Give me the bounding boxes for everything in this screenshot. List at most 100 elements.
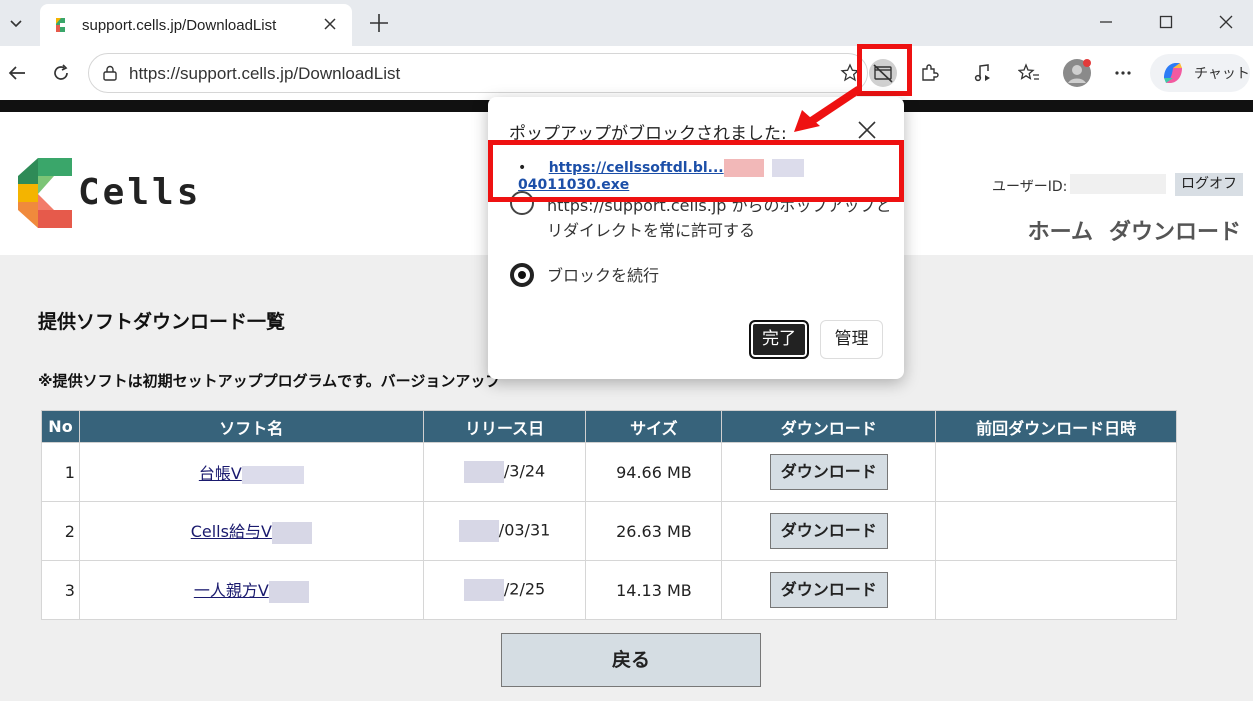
more-horizontal-icon — [1115, 71, 1131, 75]
redacted-block — [271, 521, 312, 544]
radio-keep-blocking[interactable] — [510, 263, 534, 287]
new-tab-button[interactable] — [364, 8, 394, 38]
software-name: 一人親方V — [193, 581, 269, 601]
option-keep-blocking[interactable]: ブロックを続行 — [547, 263, 659, 288]
software-name: Cells給与V — [190, 522, 272, 542]
cells-logo-icon — [18, 158, 72, 228]
reload-icon — [54, 64, 68, 80]
annotation-arrow-icon — [794, 86, 862, 132]
manage-button[interactable]: 管理 — [820, 320, 883, 359]
back-page-button[interactable]: 戻る — [501, 633, 761, 687]
col-header-no: No — [41, 410, 80, 443]
redacted-block — [463, 579, 504, 601]
row-download-cell: ダウンロード — [721, 442, 937, 502]
col-header-name: ソフト名 — [78, 410, 424, 443]
minimize-button[interactable] — [1076, 0, 1136, 44]
row-name-cell: Cells給与V — [78, 501, 424, 561]
col-header-date: リリース日 — [422, 410, 587, 443]
row-size: 94.66 MB — [585, 442, 723, 502]
back-button[interactable] — [0, 56, 34, 90]
media-button[interactable] — [966, 56, 1000, 90]
done-button[interactable]: 完了 — [749, 320, 809, 359]
browser-tab[interactable]: support.cells.jp/DownloadList — [40, 4, 352, 46]
redacted-block — [268, 580, 309, 603]
software-link[interactable]: Cells給与V — [190, 521, 312, 544]
download-button[interactable]: ダウンロード — [769, 454, 888, 490]
col-header-download: ダウンロード — [721, 410, 937, 443]
close-window-button[interactable] — [1196, 0, 1253, 44]
tab-title: support.cells.jp/DownloadList — [82, 16, 277, 34]
puzzle-icon — [922, 64, 939, 81]
more-options-button[interactable] — [1106, 56, 1140, 90]
release-date: /3/24 — [503, 461, 546, 481]
table-row: 3 一人親方V /2/25 14.13 MB ダウンロード — [41, 560, 1177, 620]
row-last-download — [935, 560, 1177, 620]
extensions-button[interactable] — [912, 56, 946, 90]
music-icon — [974, 64, 990, 82]
row-date-cell: /2/25 — [422, 560, 587, 620]
site-nav: ホーム ダウンロード — [1028, 214, 1241, 246]
software-name: 台帳V — [198, 464, 242, 483]
redacted-block — [241, 465, 304, 484]
minimize-icon — [1100, 21, 1112, 23]
row-download-cell: ダウンロード — [721, 501, 937, 561]
tab-actions-menu-button[interactable] — [0, 6, 32, 40]
close-icon — [324, 18, 336, 30]
table-row: 2 Cells給与V /03/31 26.63 MB ダウンロード — [41, 501, 1177, 561]
chevron-down-icon — [10, 20, 22, 28]
download-button[interactable]: ダウンロード — [769, 513, 888, 549]
profile-button[interactable] — [1060, 56, 1094, 90]
row-date-cell: /3/24 — [422, 442, 587, 502]
row-download-cell: ダウンロード — [721, 560, 937, 620]
logout-button[interactable]: ログオフ — [1175, 173, 1243, 196]
row-name-cell: 一人親方V — [78, 560, 424, 620]
browser-toolbar: https://support.cells.jp/DownloadList チャ… — [0, 44, 1253, 100]
row-size: 26.63 MB — [585, 501, 723, 561]
table-header-row: No ソフト名 リリース日 サイズ ダウンロード 前回ダウンロード日時 — [41, 410, 1177, 443]
reload-button[interactable] — [44, 56, 78, 90]
popup-blocked-dialog: ポップアップがブロックされました: • https://cellssoftdl.… — [488, 97, 904, 379]
user-id-redacted — [1070, 174, 1166, 194]
user-id-label: ユーザーID: — [992, 179, 1068, 195]
nav-home[interactable]: ホーム — [1028, 214, 1093, 246]
redacted-block — [463, 461, 504, 483]
release-date: /2/25 — [503, 579, 546, 599]
row-no: 2 — [41, 501, 80, 561]
maximize-icon — [1159, 15, 1173, 29]
notice-text: ※提供ソフトは初期セットアッププログラムです。バージョンアップ — [38, 372, 501, 390]
software-link[interactable]: 台帳V — [198, 464, 304, 484]
copilot-chat-button[interactable]: チャット — [1150, 54, 1250, 92]
site-info-icon[interactable] — [101, 64, 119, 82]
copilot-label: チャット — [1194, 66, 1250, 82]
url-text[interactable]: https://support.cells.jp/DownloadList — [129, 64, 400, 84]
table-row: 1 台帳V /3/24 94.66 MB ダウンロード — [41, 442, 1177, 502]
col-header-last-download: 前回ダウンロード日時 — [935, 410, 1177, 443]
row-name-cell: 台帳V — [78, 442, 424, 502]
col-header-size: サイズ — [585, 410, 723, 443]
software-link[interactable]: 一人親方V — [193, 580, 309, 603]
close-icon — [1219, 15, 1233, 29]
tab-bar: support.cells.jp/DownloadList — [0, 0, 1253, 46]
highlight-box-blocked-link — [488, 140, 904, 202]
cells-favicon-icon — [56, 18, 65, 32]
maximize-button[interactable] — [1136, 0, 1196, 44]
option-always-allow-line2: リダイレクトを常に許可する — [547, 221, 756, 240]
address-bar[interactable]: https://support.cells.jp/DownloadList — [88, 53, 868, 93]
row-date-cell: /03/31 — [422, 501, 587, 561]
download-table: No ソフト名 リリース日 サイズ ダウンロード 前回ダウンロード日時 1 台帳… — [41, 410, 1177, 620]
row-last-download — [935, 442, 1177, 502]
tab-close-button[interactable] — [320, 14, 340, 34]
site-logo-text[interactable]: Cells — [78, 172, 201, 213]
release-date: /03/31 — [498, 520, 551, 540]
row-no: 3 — [41, 560, 80, 620]
row-no: 1 — [41, 442, 80, 502]
copilot-icon — [1164, 63, 1182, 83]
favorites-button[interactable] — [1012, 56, 1046, 90]
row-size: 14.13 MB — [585, 560, 723, 620]
page-title: 提供ソフトダウンロード一覧 — [38, 311, 286, 333]
plus-icon — [370, 14, 388, 32]
avatar-icon — [1063, 59, 1091, 87]
nav-download[interactable]: ダウンロード — [1109, 214, 1241, 246]
row-last-download — [935, 501, 1177, 561]
download-button[interactable]: ダウンロード — [769, 572, 888, 608]
